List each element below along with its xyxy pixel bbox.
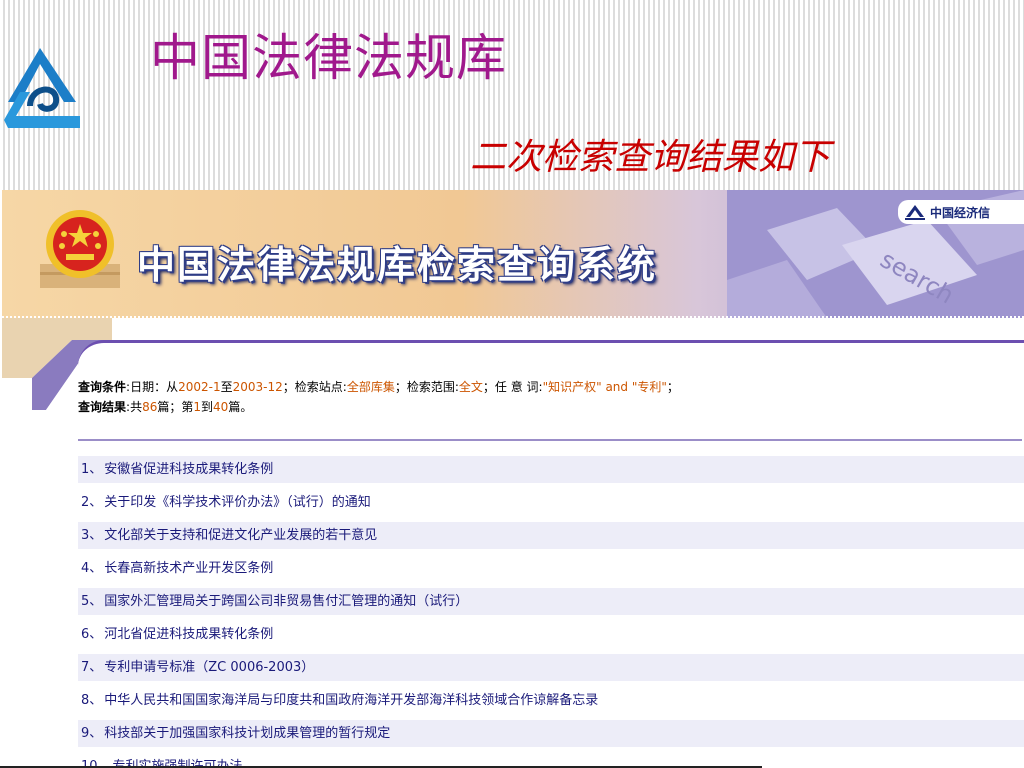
result-link[interactable]: 河北省促进科技成果转化条例 (104, 627, 273, 642)
result-link[interactable]: 文化部关于支持和促进文化产业发展的若干意见 (104, 528, 377, 543)
query-keyword-label: ；任 意 词 (482, 380, 539, 394)
query-conditions-line: 查询条件:日期：从2002-1至2003-12；检索站点:全部库集；检索范围:全… (78, 380, 679, 394)
result-item[interactable]: 2、 关于印发《科学技术评价办法》（试行）的通知 (78, 489, 1024, 516)
result-item[interactable]: 1、 安徽省促进科技成果转化条例 (78, 456, 1024, 483)
query-date-from: 2002-1 (178, 380, 221, 394)
query-results-line: 查询结果:共86篇；第1到40篇。 (78, 400, 253, 414)
results-list: 1、 安徽省促进科技成果转化条例 2、 关于印发《科学技术评价办法》（试行）的通知 … (78, 456, 1024, 768)
results-panel: 查询条件:日期：从2002-1至2003-12；检索站点:全部库集；检索范围:全… (78, 340, 1024, 768)
query-date-to: 2003-12 (232, 380, 283, 394)
result-link[interactable]: 长春高新技术产业开发区条例 (104, 561, 273, 576)
result-item[interactable]: 5、 国家外汇管理局关于跨国公司非贸易售付汇管理的通知（试行） (78, 588, 1024, 615)
slide-subtitle: 二次检索查询结果如下 (470, 137, 831, 178)
query-divider (78, 439, 1022, 441)
query-summary: 查询条件:日期：从2002-1至2003-12；检索站点:全部库集；检索范围:全… (78, 377, 1024, 417)
query-site-label: ；检索站点 (282, 380, 343, 394)
query-keyword-value: "知识产权" and "专利" (542, 380, 667, 394)
query-system-screenshot: 中国法律法规库检索查询系统 search 中国经济信 查询条件:日期：从2002… (2, 190, 1024, 768)
system-title: 中国法律法规库检索查询系统 (137, 243, 658, 287)
cei-logo-icon (905, 205, 925, 220)
company-logo-icon (4, 48, 80, 128)
query-results-label: 查询结果 (78, 400, 127, 414)
results-total-count: 86 (142, 400, 158, 414)
cei-logo-text: 中国经济信 (930, 205, 991, 220)
result-link[interactable]: 关于印发《科学技术评价办法》（试行）的通知 (104, 495, 371, 510)
query-date-label: 日期：从 (130, 380, 179, 394)
cei-logo-badge: 中国经济信 (898, 200, 1024, 224)
result-item[interactable]: 4、 长春高新技术产业开发区条例 (78, 555, 1024, 582)
results-range-to: 40 (213, 400, 229, 414)
national-emblem-icon (40, 210, 120, 288)
query-scope-value: 全文 (458, 380, 483, 394)
result-item[interactable]: 3、 文化部关于支持和促进文化产业发展的若干意见 (78, 522, 1024, 549)
result-link[interactable]: 科技部关于加强国家科技计划成果管理的暂行规定 (104, 726, 390, 741)
result-item[interactable]: 9、 科技部关于加强国家科技计划成果管理的暂行规定 (78, 720, 1024, 747)
system-banner: 中国法律法规库检索查询系统 search 中国经济信 (2, 190, 1024, 318)
result-item[interactable]: 6、 河北省促进科技成果转化条例 (78, 621, 1024, 648)
result-link[interactable]: 安徽省促进科技成果转化条例 (104, 462, 273, 477)
banner-dotted-border (2, 316, 1024, 318)
results-range-from: 1 (193, 400, 202, 414)
slide-title: 中国法律法规库 (150, 29, 507, 87)
result-link[interactable]: 国家外汇管理局关于跨国公司非贸易售付汇管理的通知（试行） (104, 594, 468, 609)
query-conditions-label: 查询条件 (78, 380, 127, 394)
query-scope-label: ；检索范围 (394, 380, 455, 394)
result-link[interactable]: 专利申请号标准（ZC 0006-2003） (104, 660, 314, 675)
result-link[interactable]: 中华人民共和国国家海洋局与印度共和国政府海洋开发部海洋科技领域合作谅解备忘录 (104, 693, 598, 708)
result-item[interactable]: 7、 专利申请号标准（ZC 0006-2003） (78, 654, 1024, 681)
result-item[interactable]: 8、 中华人民共和国国家海洋局与印度共和国政府海洋开发部海洋科技领域合作谅解备忘录 (78, 687, 1024, 714)
query-site-value: 全部库集 (346, 380, 395, 394)
